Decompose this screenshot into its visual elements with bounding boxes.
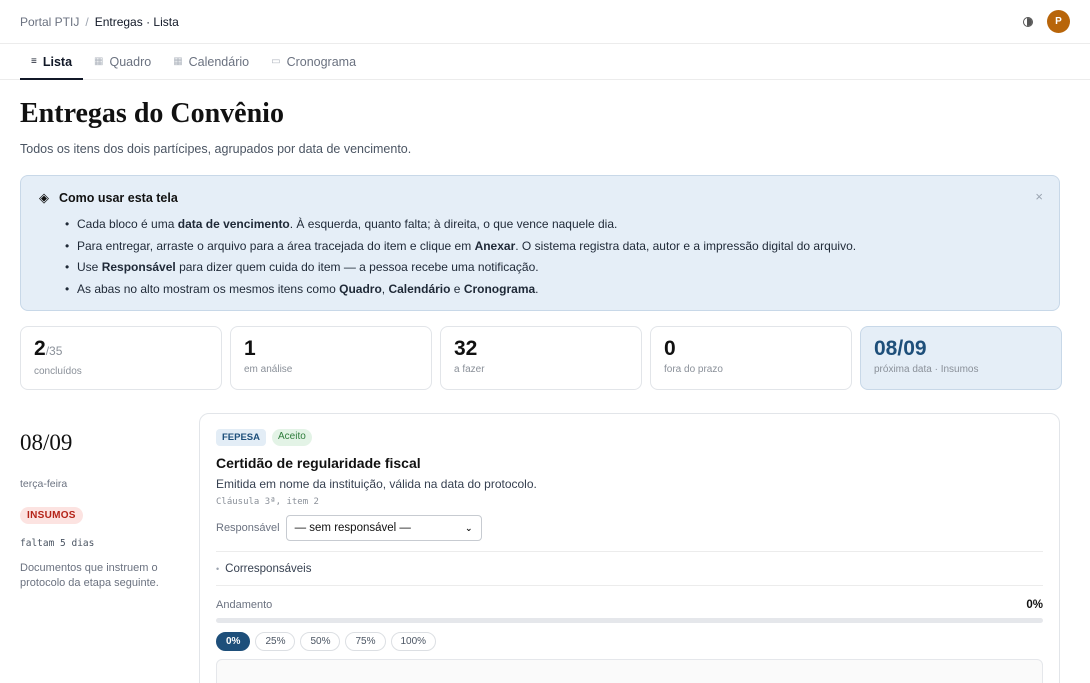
corresponsaveis-label: Corresponsáveis xyxy=(225,563,312,575)
stat-proxima-data[interactable]: 08/09 próxima data · Insumos xyxy=(860,326,1062,390)
corresponsaveis-toggle[interactable]: • Corresponsáveis xyxy=(216,563,1043,575)
stat-a-fazer[interactable]: 32 a fazer xyxy=(440,326,642,390)
upload-dropzone[interactable] xyxy=(216,659,1043,683)
help-item: Cada bloco é uma data de vencimento. À e… xyxy=(65,214,1041,236)
help-item: Para entregar, arraste o arquivo para a … xyxy=(65,236,1041,258)
bullet-icon: • xyxy=(216,564,220,574)
percent-options: 0% 25% 50% 75% 100% xyxy=(216,632,1043,651)
help-text: para dizer quem cuida do item — a pessoa… xyxy=(175,260,539,274)
breadcrumb-separator: / xyxy=(85,14,89,29)
help-text: . À esquerda, quanto falta; à direita, o… xyxy=(289,217,618,231)
help-text: . xyxy=(535,281,539,296)
breadcrumb-root[interactable]: Portal PTIJ xyxy=(20,15,79,29)
view-tabs: ≡ Lista ▦ Quadro ▦ Calendário ▭ Cronogra… xyxy=(0,44,1090,80)
stat-value: 2/35 xyxy=(34,337,208,363)
help-header: ◈ Como usar esta tela xyxy=(39,190,1041,206)
stat-total: /35 xyxy=(45,344,63,358)
andamento-value: 0% xyxy=(1026,599,1043,611)
responsavel-select[interactable]: — sem responsável — ⌄ xyxy=(285,515,482,541)
group-weekday: terça-feira xyxy=(20,478,68,490)
category-badge: INSUMOS xyxy=(20,507,83,524)
stat-value: 32 xyxy=(454,337,478,360)
avatar[interactable]: P xyxy=(1047,10,1070,33)
andamento-row: Andamento 0% xyxy=(216,599,1043,611)
help-panel: ◈ Como usar esta tela × Cada bloco é uma… xyxy=(20,175,1060,311)
responsavel-value: — sem responsável — xyxy=(294,522,411,534)
tab-label: Lista xyxy=(42,54,73,69)
stat-concluidos[interactable]: 2/35 concluídos xyxy=(20,326,222,390)
tab-label: Quadro xyxy=(109,54,152,69)
stat-value: 0 xyxy=(664,337,676,360)
status-badge: Aceito xyxy=(272,429,312,446)
help-bold: Quadro xyxy=(339,281,382,296)
percent-option-0[interactable]: 0% xyxy=(216,632,251,651)
help-item: As abas no alto mostram os mesmos itens … xyxy=(65,279,1041,301)
help-title: Como usar esta tela xyxy=(59,191,178,205)
help-bold: Calendário xyxy=(388,281,451,296)
close-icon[interactable]: × xyxy=(1035,189,1043,204)
item-badges: FEPESA Aceito xyxy=(216,429,1043,446)
tab-calendario[interactable]: ▦ Calendário xyxy=(162,44,260,79)
stat-value: 1 xyxy=(244,337,256,360)
percent-option-75[interactable]: 75% xyxy=(345,632,386,651)
tab-lista[interactable]: ≡ Lista xyxy=(20,44,84,80)
tab-quadro[interactable]: ▦ Quadro xyxy=(83,44,162,79)
countdown: faltam 5 dias xyxy=(20,538,95,549)
top-bar: Portal PTIJ / Entregas · Lista P xyxy=(0,0,1090,44)
tab-label: Calendário xyxy=(188,54,250,69)
help-text: Para entregar, arraste o arquivo para a … xyxy=(77,238,475,253)
andamento-label: Andamento xyxy=(216,599,273,611)
list-icon: ≡ xyxy=(31,56,37,67)
stat-label: fora do prazo xyxy=(664,364,723,375)
help-bold: Anexar xyxy=(474,238,516,253)
breadcrumb-current: Entregas · Lista xyxy=(94,14,179,29)
help-text: As abas no alto mostram os mesmos itens … xyxy=(77,281,340,296)
progress-bar xyxy=(216,618,1043,623)
stat-label: próxima data · Insumos xyxy=(874,364,979,375)
stat-label: a fazer xyxy=(454,364,485,375)
calendar-icon: ▦ xyxy=(173,56,183,67)
diamond-icon: ◈ xyxy=(39,190,49,205)
group-date: 08/09 xyxy=(20,430,73,455)
tab-label: Cronograma xyxy=(286,54,357,69)
stat-label: concluídos xyxy=(34,366,82,377)
timeline-icon: ▭ xyxy=(271,56,281,67)
stat-number: 2 xyxy=(34,337,46,360)
group-description: Documentos que instruem o protocolo da e… xyxy=(20,562,159,589)
stat-label: em análise xyxy=(244,364,293,375)
stat-value: 08/09 xyxy=(874,337,927,360)
item-title: Certidão de regularidade fiscal xyxy=(216,455,421,471)
breadcrumb: Portal PTIJ / Entregas · Lista xyxy=(20,15,179,29)
stat-em-analise[interactable]: 1 em análise xyxy=(230,326,432,390)
divider xyxy=(216,585,1043,586)
delivery-item-card: FEPESA Aceito Certidão de regularidade f… xyxy=(199,413,1060,683)
item-description: Emitida em nome da instituição, válida n… xyxy=(216,477,537,491)
page-title: Entregas do Convênio xyxy=(20,98,284,129)
help-text: e xyxy=(450,281,464,296)
chevron-down-icon: ⌄ xyxy=(465,522,473,533)
percent-option-50[interactable]: 50% xyxy=(300,632,341,651)
divider xyxy=(216,551,1043,552)
item-clause: Cláusula 3ª, item 2 xyxy=(216,497,319,507)
percent-option-25[interactable]: 25% xyxy=(255,632,296,651)
stats-row: 2/35 concluídos 1 em análise 32 a fazer … xyxy=(20,326,1062,390)
help-list: Cada bloco é uma data de vencimento. À e… xyxy=(39,214,1041,300)
theme-toggle-icon[interactable] xyxy=(1023,16,1033,27)
org-badge: FEPESA xyxy=(216,429,267,446)
help-text: Use xyxy=(77,260,102,274)
help-text: . O sistema registra data, autor e a imp… xyxy=(515,238,857,253)
responsavel-row: Responsável — sem responsável — ⌄ xyxy=(216,515,1043,541)
help-bold: data de vencimento xyxy=(177,217,290,231)
help-item: Use Responsável para dizer quem cuida do… xyxy=(65,257,1041,279)
stat-fora-do-prazo[interactable]: 0 fora do prazo xyxy=(650,326,852,390)
help-bold: Responsável xyxy=(101,260,176,274)
tab-cronograma[interactable]: ▭ Cronograma xyxy=(260,44,367,79)
date-group-header: 08/09 terça-feira INSUMOS faltam 5 dias … xyxy=(20,430,180,591)
board-icon: ▦ xyxy=(94,56,104,67)
responsavel-label: Responsável xyxy=(216,522,280,534)
page-subtitle: Todos os itens dos dois partícipes, agru… xyxy=(20,142,412,156)
help-text: Cada bloco é uma xyxy=(77,217,178,231)
percent-option-100[interactable]: 100% xyxy=(390,632,437,651)
help-bold: Cronograma xyxy=(463,281,536,296)
